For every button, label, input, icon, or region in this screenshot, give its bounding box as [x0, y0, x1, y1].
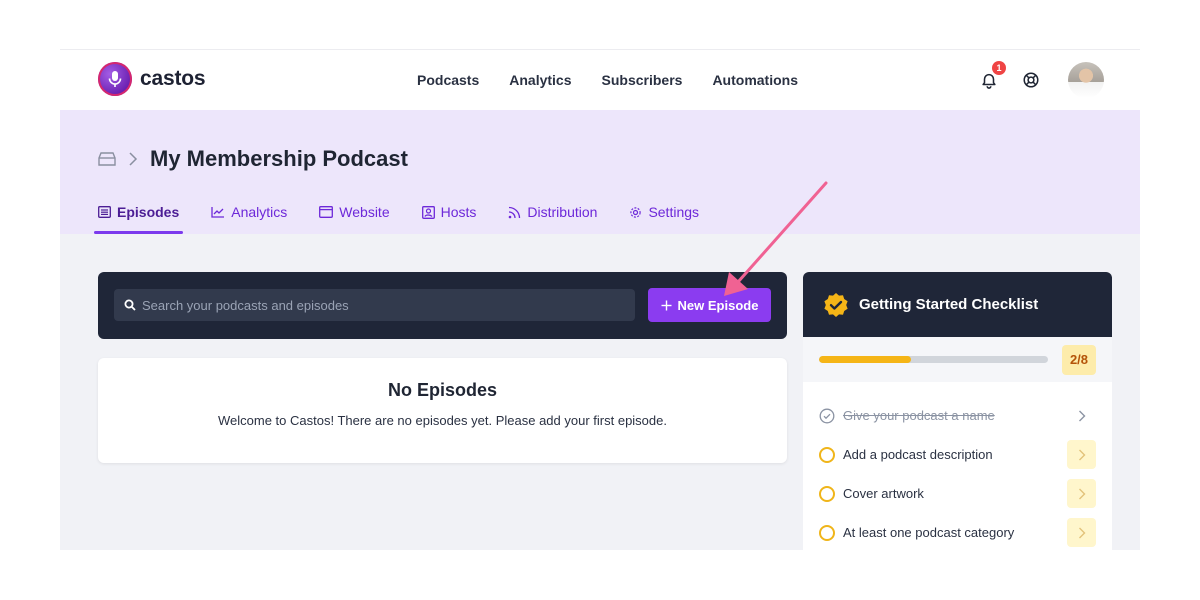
app-frame: castos Podcasts Analytics Subscribers Au… — [60, 49, 1140, 550]
list-icon — [98, 206, 111, 218]
user-avatar[interactable] — [1068, 62, 1104, 98]
gear-icon — [630, 206, 642, 218]
chevron-right-icon[interactable] — [1067, 401, 1096, 430]
chevron-right-icon — [129, 152, 138, 166]
tab-hosts-label: Hosts — [440, 204, 477, 220]
checklist-item-description[interactable]: Add a podcast description — [803, 435, 1112, 474]
progress-count: 2/8 — [1062, 344, 1096, 375]
empty-state-message: Welcome to Castos! There are no episodes… — [218, 413, 667, 428]
microphone-logo-icon — [98, 62, 132, 96]
nav-actions: 1 — [976, 61, 1104, 98]
nav-podcasts[interactable]: Podcasts — [417, 72, 479, 88]
podcast-header: My Membership Podcast Episodes Analytics… — [60, 110, 1140, 234]
checklist-header: Getting Started Checklist — [803, 272, 1112, 337]
rss-icon — [509, 206, 521, 218]
tab-distribution[interactable]: Distribution — [508, 200, 597, 234]
chevron-right-icon[interactable] — [1067, 518, 1096, 547]
tab-episodes-label: Episodes — [117, 204, 180, 220]
chart-icon — [211, 207, 225, 218]
search-icon — [124, 299, 136, 311]
verified-badge-icon — [824, 292, 848, 317]
checklist-item-category[interactable]: At least one podcast category — [803, 513, 1112, 550]
nav-subscribers[interactable]: Subscribers — [602, 72, 683, 88]
breadcrumb: My Membership Podcast — [98, 146, 408, 172]
top-navbar: castos Podcasts Analytics Subscribers Au… — [60, 50, 1140, 110]
progress-bar-fill — [819, 356, 911, 363]
tab-website[interactable]: Website — [319, 200, 390, 234]
main-nav: Podcasts Analytics Subscribers Automatio… — [417, 72, 798, 88]
help-button[interactable] — [1018, 67, 1044, 93]
tab-website-label: Website — [339, 204, 390, 220]
checklist-item-cover-artwork[interactable]: Cover artwork — [803, 474, 1112, 513]
logo[interactable]: castos — [98, 62, 206, 96]
empty-circle-icon — [819, 524, 835, 541]
tab-settings[interactable]: Settings — [629, 200, 699, 234]
checklist-item-podcast-name[interactable]: Give your podcast a name — [803, 396, 1112, 435]
browser-icon — [319, 206, 334, 218]
person-badge-icon — [421, 205, 435, 219]
podcast-tabs: Episodes Analytics Website Hosts Distrib… — [93, 200, 699, 234]
empty-state-title: No Episodes — [387, 380, 498, 400]
nav-analytics[interactable]: Analytics — [509, 72, 571, 88]
checklist-item-label: Add a podcast description — [843, 447, 993, 462]
notification-badge: 1 — [992, 61, 1006, 75]
checklist-item-label: Cover artwork — [843, 486, 924, 501]
tab-episodes[interactable]: Episodes — [93, 200, 184, 234]
plus-icon — [661, 300, 672, 310]
page-title: My Membership Podcast — [150, 146, 408, 171]
brand-name: castos — [140, 67, 206, 90]
tab-hosts[interactable]: Hosts — [421, 200, 477, 234]
tab-settings-label: Settings — [648, 204, 700, 220]
checklist-items: Give your podcast a name Add a podcast d… — [803, 382, 1112, 550]
getting-started-checklist: Getting Started Checklist 2/8 Give your … — [803, 272, 1112, 550]
checklist-progress: 2/8 — [803, 337, 1112, 382]
empty-circle-icon — [819, 446, 835, 463]
empty-circle-icon — [819, 485, 835, 502]
tab-analytics[interactable]: Analytics — [211, 200, 287, 234]
chevron-right-icon[interactable] — [1067, 479, 1096, 508]
check-circle-icon — [819, 408, 835, 423]
search-box[interactable] — [114, 289, 635, 321]
notifications-button[interactable]: 1 — [976, 61, 1006, 93]
new-episode-button[interactable]: New Episode — [648, 288, 771, 322]
archive-icon[interactable] — [98, 151, 116, 167]
nav-automations[interactable]: Automations — [712, 72, 798, 88]
tab-analytics-label: Analytics — [231, 204, 288, 220]
new-episode-label: New Episode — [677, 297, 759, 313]
checklist-item-label: Give your podcast a name — [843, 408, 995, 423]
episode-toolbar: New Episode — [98, 272, 787, 339]
lifebuoy-icon — [1023, 72, 1039, 88]
checklist-title: Getting Started Checklist — [859, 296, 1039, 313]
empty-state-card: No Episodes Welcome to Castos! There are… — [98, 358, 787, 463]
search-input[interactable] — [142, 297, 622, 313]
checklist-item-label: At least one podcast category — [843, 525, 1015, 540]
progress-bar — [819, 356, 1048, 363]
chevron-right-icon[interactable] — [1067, 440, 1096, 469]
tab-distribution-label: Distribution — [527, 204, 598, 220]
